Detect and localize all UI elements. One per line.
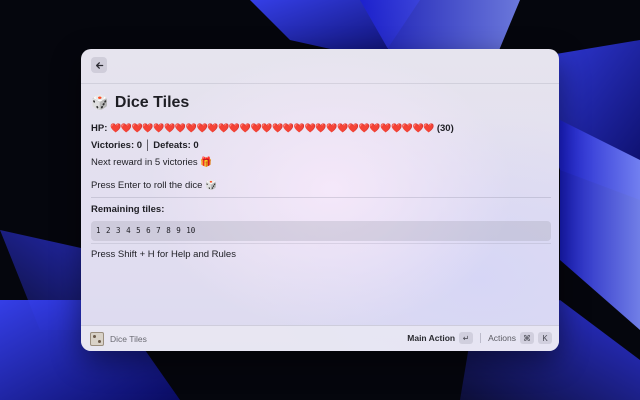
defeats-value: 0 [193,140,199,151]
enter-key-icon: ↵ [459,332,474,344]
dice-icon: 🎲 [91,95,109,111]
score-row: Victories: 0 │ Defeats: 0 [91,139,551,153]
back-button[interactable] [91,57,107,73]
dice-app-icon [90,332,104,346]
k-key: K [538,332,552,344]
roll-instruction: Press Enter to roll the dice 🎲 [91,179,551,193]
window-topbar [81,49,559,84]
score-separator: │ [144,140,151,151]
dice-icon: 🎲 [205,180,217,191]
help-instruction: Press Shift + H for Help and Rules [91,249,236,260]
title-text: Dice Tiles [114,94,190,111]
remaining-tiles-label: Remaining tiles: [91,204,165,215]
divider [91,197,551,198]
gift-icon: 🎁 [200,157,213,168]
hp-hearts: ❤️❤️❤️❤️❤️❤️❤️❤️❤️❤️❤️❤️❤️❤️❤️❤️❤️❤️❤️❤️… [110,124,435,134]
arrow-left-icon [95,61,103,69]
reward-text: Next reward in 5 victories [91,157,198,168]
reward-row: Next reward in 5 victories 🎁 [91,156,551,170]
remaining-tiles-code: 1 2 3 4 5 6 7 8 9 10 [91,221,551,241]
action-bar: Dice Tiles Main Action ↵ Actions ⌘ K [81,325,559,351]
divider [91,243,551,244]
footer-app: Dice Tiles [90,332,147,346]
hp-count: (30) [436,123,454,134]
main-action-button[interactable]: Main Action [407,333,455,343]
detail-content: 🎲 Dice Tiles HP: ❤️❤️❤️❤️❤️❤️❤️❤️❤️❤️❤️❤… [91,89,551,262]
extension-window: 🎲 Dice Tiles HP: ❤️❤️❤️❤️❤️❤️❤️❤️❤️❤️❤️❤… [81,49,559,351]
victories-value: 0 [136,140,143,151]
footer-actions: Main Action ↵ Actions ⌘ K [407,332,552,344]
roll-text: Press Enter to roll the dice [91,180,203,191]
hp-row: HP: ❤️❤️❤️❤️❤️❤️❤️❤️❤️❤️❤️❤️❤️❤️❤️❤️❤️❤️… [91,122,551,136]
command-key-icon: ⌘ [520,332,534,344]
victories-label: Victories: [91,140,135,151]
hp-label: HP: [91,123,108,134]
footer-separator [480,333,482,343]
defeats-label: Defeats: [153,140,191,151]
footer-app-name: Dice Tiles [110,334,147,344]
page-title: 🎲 Dice Tiles [91,92,551,114]
actions-button[interactable]: Actions [488,333,516,343]
